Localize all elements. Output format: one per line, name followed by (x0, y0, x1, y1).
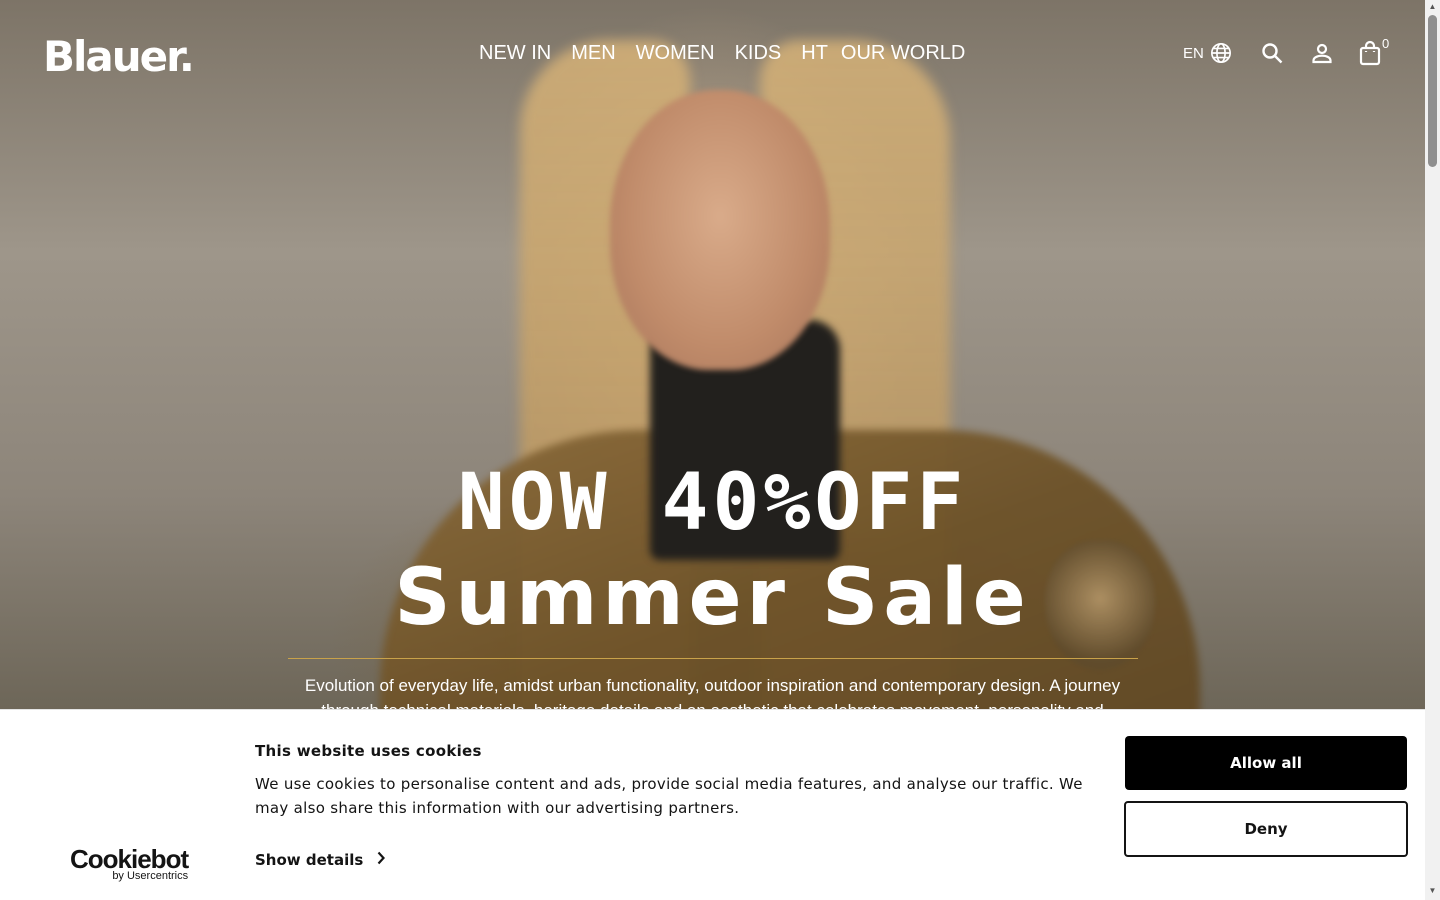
nav-kids[interactable]: KIDS (735, 42, 782, 65)
globe-icon (1210, 42, 1232, 64)
scrollbar-thumb[interactable] (1428, 15, 1437, 167)
nav-men[interactable]: MEN (571, 42, 615, 65)
nav-our-world[interactable]: OUR WORLD (841, 42, 965, 65)
language-label: EN (1183, 44, 1204, 62)
show-details-link[interactable]: Show details (255, 851, 386, 869)
deny-button[interactable]: Deny (1124, 801, 1408, 857)
nav-new-in[interactable]: NEW IN (479, 42, 551, 65)
scroll-down-arrow-icon[interactable]: ▼ (1427, 886, 1438, 896)
chevron-right-icon (377, 851, 386, 869)
cart-count-badge: 0 (1382, 36, 1390, 51)
cookie-text: We use cookies to personalise content an… (255, 775, 1083, 817)
cookie-banner: Cookiebot by Usercentrics This website u… (0, 709, 1425, 900)
cookiebot-logo: Cookiebot by Usercentrics (70, 844, 189, 882)
cookie-title: This website uses cookies (255, 742, 482, 760)
shopping-bag-icon[interactable] (1358, 40, 1382, 66)
hero-headline-1: NOW 40%OFF (457, 458, 968, 548)
search-icon[interactable] (1260, 41, 1284, 65)
main-nav: NEW IN MEN WOMEN KIDS HT OUR WORLD (479, 42, 985, 65)
hero-face (610, 90, 830, 370)
nav-women[interactable]: WOMEN (636, 42, 715, 65)
show-details-label: Show details (255, 851, 364, 869)
scroll-up-arrow-icon[interactable]: ▲ (1427, 2, 1438, 12)
allow-all-button[interactable]: Allow all (1125, 736, 1407, 790)
language-selector[interactable]: EN (1183, 42, 1232, 64)
account-icon[interactable] (1310, 41, 1334, 65)
brand-logo[interactable]: Blauer. (43, 32, 195, 81)
hero-divider (288, 658, 1138, 659)
nav-ht[interactable]: HT (801, 42, 828, 65)
hero-headline-2: Summer Sale (394, 553, 1031, 643)
header-actions: EN (1183, 40, 1382, 66)
cookiebot-brand: Cookiebot (70, 844, 189, 874)
